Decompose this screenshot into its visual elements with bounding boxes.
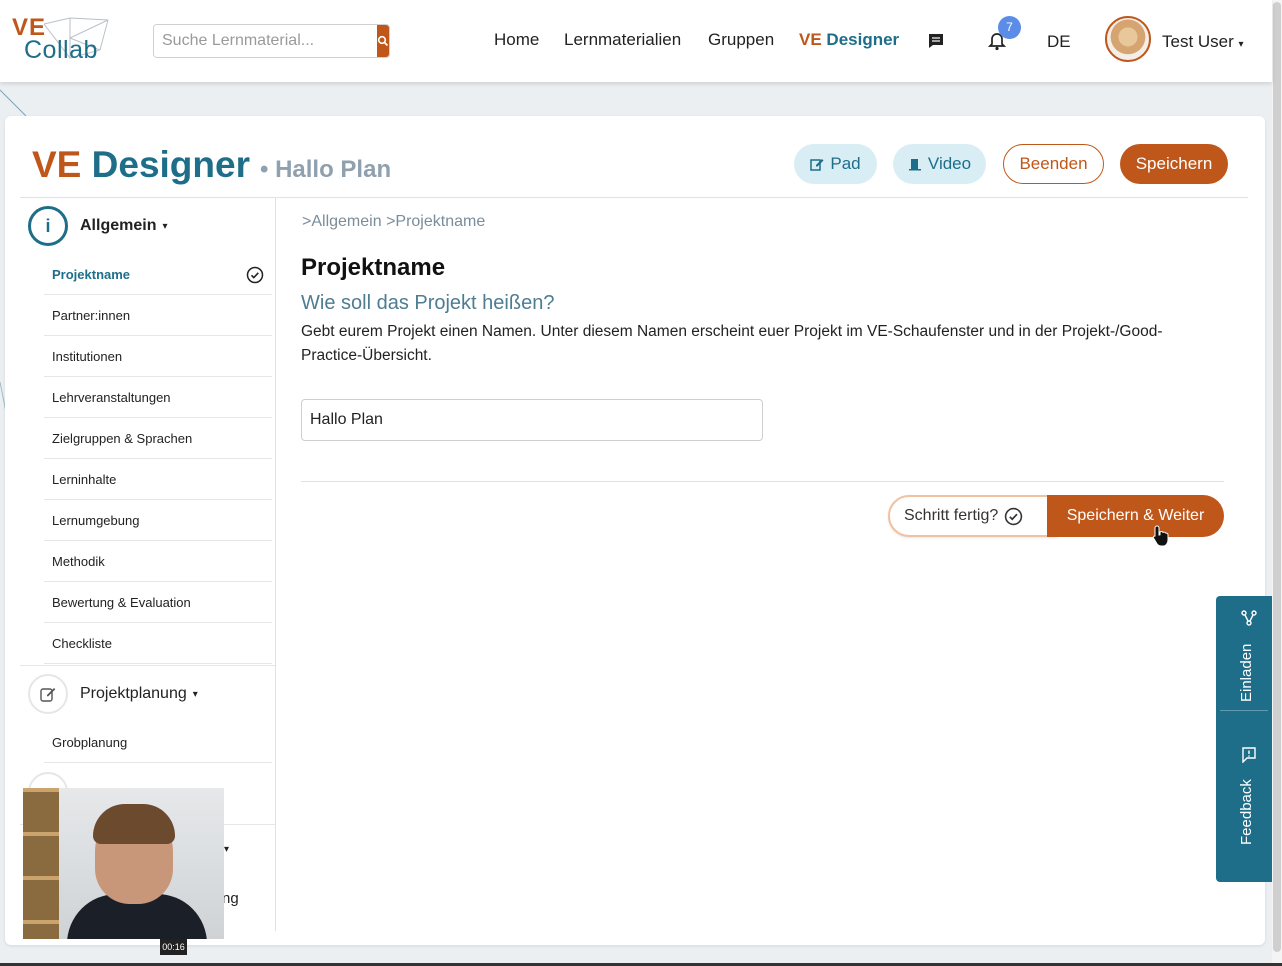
sidebar-item-lehrveranstaltungen[interactable]: Lehrveranstaltungen xyxy=(44,377,272,418)
search-bar xyxy=(153,24,390,58)
nav-ve-label: VE xyxy=(799,30,822,49)
sidebar-item-methodik[interactable]: Methodik xyxy=(44,541,272,582)
webcam-overlay xyxy=(23,788,224,939)
sidebar-item-grobplanung[interactable]: Grobplanung xyxy=(44,722,272,763)
search-icon xyxy=(377,35,389,47)
edit-pad-icon xyxy=(810,159,824,171)
breadcrumb-separator: > xyxy=(302,213,312,230)
title-ve: VE xyxy=(32,144,82,185)
messages-icon[interactable] xyxy=(927,32,945,55)
pad-button-label: Pad xyxy=(830,154,861,173)
check-circle-icon xyxy=(246,266,264,284)
sidebar-item-label: Zielgruppen & Sprachen xyxy=(52,431,193,446)
user-menu[interactable]: Test User ▾ xyxy=(1162,32,1244,52)
save-and-next-button[interactable]: Speichern & Weiter xyxy=(1047,495,1224,537)
sidebar-item-label: Bewertung & Evaluation xyxy=(52,595,191,610)
step-done-toggle[interactable]: Schritt fertig? xyxy=(888,495,1058,537)
sidebar-item-partner[interactable]: Partner:innen xyxy=(44,295,272,336)
sidebar-item-lerninhalte[interactable]: Lerninhalte xyxy=(44,459,272,500)
user-name: Test User xyxy=(1162,32,1234,51)
side-tabs: Einladen Feedback xyxy=(1216,596,1272,882)
feedback-tab-label: Feedback xyxy=(1238,779,1255,845)
breadcrumb-allgemein[interactable]: Allgemein xyxy=(311,213,381,230)
step-description: Gebt eurem Projekt einen Namen. Unter di… xyxy=(301,323,1163,364)
search-input[interactable] xyxy=(154,25,377,57)
top-navigation-bar: VE Collab Home Lernmaterialien Gruppen V… xyxy=(0,0,1272,82)
sidebar-item-zielgruppen[interactable]: Zielgruppen & Sprachen xyxy=(44,418,272,459)
breadcrumb-separator: > xyxy=(386,213,396,230)
user-avatar[interactable] xyxy=(1105,16,1151,62)
hand-cursor-icon xyxy=(1152,525,1169,547)
sidebar-item-projektname[interactable]: Projektname xyxy=(44,254,272,295)
feedback-icon xyxy=(1242,747,1256,763)
nav-lernmaterialien[interactable]: Lernmaterialien xyxy=(564,30,681,50)
step-question: Wie soll das Projekt heißen? xyxy=(301,292,555,314)
step-heading: Projektname xyxy=(301,254,446,281)
section-divider xyxy=(20,665,275,666)
sidebar-item-lernumgebung[interactable]: Lernumgebung xyxy=(44,500,272,541)
page-title: VE Designer xyxy=(32,144,250,186)
info-icon: i xyxy=(28,206,68,246)
logo-collab-text: Collab xyxy=(24,36,98,64)
nav-designer-label: Designer xyxy=(826,30,900,49)
video-button[interactable]: Video xyxy=(893,144,986,184)
check-circle-icon xyxy=(1005,507,1023,525)
sidebar-item-label: Projektname xyxy=(52,267,131,282)
search-button[interactable] xyxy=(377,25,389,57)
caret-down-icon: ▾ xyxy=(224,844,230,855)
nav-ve-designer[interactable]: VE Designer xyxy=(799,30,899,50)
section-allgemein-label: Allgemein xyxy=(80,217,157,234)
scrollbar-thumb[interactable] xyxy=(1273,2,1281,952)
invite-tab-label: Einladen xyxy=(1238,643,1255,702)
caret-down-icon: ▾ xyxy=(162,220,168,232)
sidebar-item-label: Lehrveranstaltungen xyxy=(52,390,171,405)
webcam-shelf xyxy=(23,788,59,939)
sidebar-item-bewertung[interactable]: Bewertung & Evaluation xyxy=(44,582,272,623)
sidebar-item-label: Grobplanung xyxy=(52,735,128,750)
title-designer: Designer xyxy=(91,144,250,185)
end-button[interactable]: Beenden xyxy=(1003,144,1104,184)
step-done-label: Schritt fertig? xyxy=(904,507,999,524)
nav-gruppen[interactable]: Gruppen xyxy=(708,30,774,50)
nav-home[interactable]: Home xyxy=(494,30,539,50)
section-projektplanung[interactable]: Projektplanung ▾ xyxy=(28,674,198,714)
sidebar-item-checkliste[interactable]: Checkliste xyxy=(44,623,272,664)
video-button-label: Video xyxy=(927,154,972,173)
sidebar-item-label: Checkliste xyxy=(52,636,112,651)
chevron-down-icon: ▾ xyxy=(1238,39,1244,50)
feedback-tab[interactable]: Feedback xyxy=(1216,711,1272,882)
sidebar-item-label: Methodik xyxy=(52,554,105,569)
save-button-label: Speichern xyxy=(1135,154,1213,173)
language-switch[interactable]: DE xyxy=(1047,32,1071,52)
sidebar-item-institutionen[interactable]: Institutionen xyxy=(44,336,272,377)
share-icon xyxy=(1241,610,1257,626)
sidebar-item-label: Lernumgebung xyxy=(52,513,140,528)
notification-count-badge: 7 xyxy=(998,16,1021,39)
section-projektplanung-label: Projektplanung xyxy=(80,685,187,702)
section-allgemein[interactable]: i Allgemein ▾ xyxy=(28,206,168,246)
save-button[interactable]: Speichern xyxy=(1120,144,1228,184)
breadcrumb: >Allgemein >Projektname xyxy=(302,213,485,231)
page-scrollbar[interactable] xyxy=(1272,0,1282,966)
sidebar-item-partial-label: ng xyxy=(222,890,239,907)
webcam-person-hair xyxy=(93,804,175,844)
plan-name: • Hallo Plan xyxy=(260,156,392,183)
sidebar-item-label: Lerninhalte xyxy=(52,472,117,487)
save-and-next-label: Speichern & Weiter xyxy=(1066,507,1205,524)
project-name-input[interactable] xyxy=(301,399,763,441)
sidebar-item-label: Institutionen xyxy=(52,349,123,364)
content-divider xyxy=(301,481,1224,482)
door-icon xyxy=(908,159,921,171)
invite-tab[interactable]: Einladen xyxy=(1216,596,1272,710)
vecollab-logo[interactable]: VE Collab xyxy=(10,14,120,68)
caret-down-icon: ▾ xyxy=(192,688,198,700)
recording-timer: 00:16 xyxy=(160,939,187,955)
edit-square-icon xyxy=(28,674,68,714)
pad-button[interactable]: Pad xyxy=(794,144,877,184)
end-button-label: Beenden xyxy=(1019,154,1088,173)
sidebar-item-label: Partner:innen xyxy=(52,308,131,323)
breadcrumb-projektname[interactable]: Projektname xyxy=(395,213,485,230)
